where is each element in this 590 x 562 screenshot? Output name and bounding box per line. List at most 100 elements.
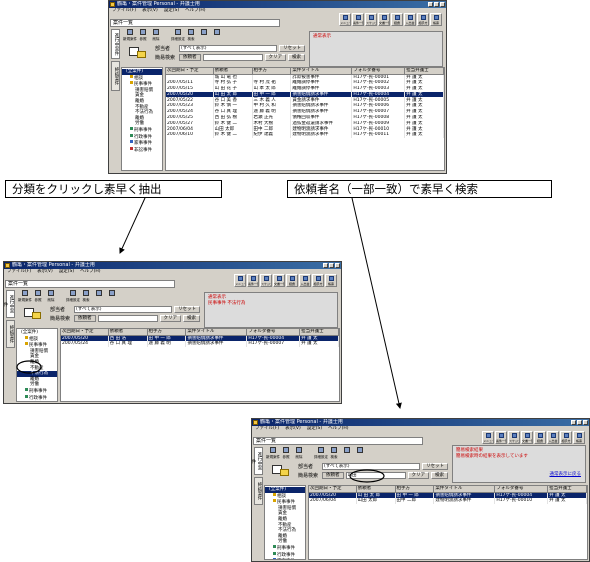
quick-search-button[interactable]: 検索 (288, 54, 305, 61)
minimize-button[interactable] (428, 2, 433, 7)
client-name-input[interactable] (97, 315, 158, 322)
search-button[interactable]: 検索 (329, 447, 339, 459)
delete-case-button[interactable]: 削除 (151, 29, 161, 41)
toolbar-expenses-button[interactable]: 経費 (391, 13, 403, 26)
toolbar-parties-button[interactable]: 相手方 (417, 13, 429, 26)
toolbar-case-list-button[interactable]: 案件一覧 (352, 13, 364, 26)
toolbar-documents-button[interactable]: 文書一覧 (273, 274, 285, 287)
settings-button[interactable] (212, 29, 222, 41)
tab-active-cases[interactable]: 進行中案件 (252, 447, 263, 475)
toolbar-schedule-button[interactable]: スケジュール (365, 13, 377, 26)
quick-search-button[interactable]: 検索 (183, 315, 200, 322)
reset-button[interactable]: リセット (174, 306, 200, 313)
maximize-button[interactable] (434, 2, 439, 7)
table-row[interactable]: 2007/06/10 鈴 木 健 二紀伊 達義 建物明渡請求事件 H17ケ-民-000… (166, 132, 444, 139)
close-button[interactable] (335, 263, 340, 268)
tree-node[interactable]: 家事事件 (17, 401, 57, 402)
toolbar-menu-button[interactable]: メニュー (234, 274, 246, 287)
close-button[interactable] (583, 420, 588, 425)
settings-button[interactable] (355, 447, 365, 459)
tab-closed-cases[interactable]: 終結案件 (254, 477, 263, 505)
tree-node[interactable]: 刑事事件 (265, 544, 305, 552)
settings-button[interactable] (107, 290, 117, 302)
table-row[interactable]: 2007/05/24 谷 口 真 理遠 藤 義 明損害賠償請求事件 H17ケ-民-0… (61, 341, 339, 347)
toolbar-schedule-button[interactable]: スケジュール (508, 431, 520, 444)
tree-node[interactable]: 民事事件 (265, 499, 305, 506)
tab-closed-cases[interactable]: 終結案件 (111, 61, 120, 91)
menu-settings[interactable]: 設定(S) (164, 8, 179, 14)
toolbar-documents-button[interactable]: 文書一覧 (521, 431, 533, 444)
menu-view[interactable]: 表示(V) (142, 8, 158, 14)
tab-closed-cases[interactable]: 終結案件 (6, 320, 15, 348)
close-button[interactable] (440, 2, 445, 7)
minimize-button[interactable] (323, 263, 328, 268)
tree-node[interactable]: 刑事事件 (122, 126, 162, 134)
client-name-input[interactable] (202, 54, 263, 61)
menu-view[interactable]: 表示(V) (285, 426, 301, 432)
toolbar-payments-button[interactable]: 入出金 (547, 431, 559, 444)
toolbar-menu-button[interactable]: メニュー (482, 431, 494, 444)
toolbar-case-list-button[interactable]: 案件一覧 (247, 274, 259, 287)
tree-node[interactable]: 相談 (122, 74, 162, 82)
delete-case-button[interactable]: 削除 (46, 290, 56, 302)
tree-node[interactable]: 行政事件 (17, 394, 57, 401)
tree-node[interactable]: 相談 (265, 492, 305, 500)
reset-button[interactable]: リセット (422, 463, 448, 470)
toolbar-forms-button[interactable]: 帳票 (430, 13, 442, 26)
tree-node[interactable]: 家事事件 (122, 140, 162, 147)
case-list-tab[interactable]: 案件一覧 (110, 19, 280, 27)
print-button[interactable] (199, 29, 209, 41)
toolbar-parties-button[interactable]: 相手方 (560, 431, 572, 444)
tree-node[interactable]: 行政事件 (122, 133, 162, 141)
toolbar-forms-button[interactable]: 帳票 (573, 431, 585, 444)
toolbar-forms-button[interactable]: 帳票 (325, 274, 337, 287)
toolbar-documents-button[interactable]: 文書一覧 (378, 13, 390, 26)
tree-node[interactable]: 民事事件 (17, 342, 57, 349)
tree-node[interactable]: 民事事件 (122, 81, 162, 88)
toolbar-menu-button[interactable]: メニュー (339, 13, 351, 26)
toolbar-expenses-button[interactable]: 経費 (534, 431, 546, 444)
menu-help[interactable]: ヘルプ(H) (185, 8, 205, 14)
bunrui-field[interactable]: (すべて表示) (179, 45, 277, 52)
print-button[interactable] (342, 447, 352, 459)
toolbar-case-list-button[interactable]: 案件一覧 (495, 431, 507, 444)
menu-file[interactable]: ファイル(F) (7, 269, 31, 275)
case-list-tab[interactable]: 案件一覧 (5, 280, 175, 288)
maximize-button[interactable] (577, 420, 582, 425)
reset-button[interactable]: リセット (279, 45, 305, 52)
tree-node[interactable]: 行政事件 (265, 551, 305, 559)
menu-settings[interactable]: 設定(S) (59, 269, 74, 275)
toolbar-parties-button[interactable]: 相手方 (312, 274, 324, 287)
case-list-tab[interactable]: 案件一覧 (253, 437, 423, 445)
quick-search-button[interactable]: 検索 (431, 472, 448, 479)
tree-node[interactable]: 相談 (17, 335, 57, 343)
table-row[interactable]: 2007/06/04 山田 太郎 田中 二郎 建物明渡請求事件 H17ケ-民-00010… (309, 498, 587, 504)
return-to-normal-link[interactable]: 通常表示に戻る (550, 472, 582, 478)
bunrui-field[interactable]: (すべて表示) (74, 306, 172, 313)
tree-node[interactable]: 刑事事件 (17, 387, 57, 395)
clear-button[interactable]: クリア (159, 315, 181, 322)
toolbar-expenses-button[interactable]: 経費 (286, 274, 298, 287)
app-icon (5, 263, 10, 268)
search-button[interactable]: 検索 (81, 290, 91, 302)
toolbar-schedule-button[interactable]: スケジュール (260, 274, 272, 287)
print-button[interactable] (94, 290, 104, 302)
menu-help[interactable]: ヘルプ(H) (328, 426, 348, 432)
menu-view[interactable]: 表示(V) (37, 269, 53, 275)
menu-file[interactable]: ファイル(F) (255, 426, 279, 432)
maximize-button[interactable] (329, 263, 334, 268)
search-button[interactable]: 検索 (186, 29, 196, 41)
clear-button[interactable]: クリア (407, 472, 429, 479)
toolbar-payments-button[interactable]: 入出金 (404, 13, 416, 26)
tree-node[interactable]: 家事事件 (265, 558, 305, 559)
tree-node[interactable]: 非訟事件 (122, 146, 162, 154)
minimize-button[interactable] (571, 420, 576, 425)
menu-settings[interactable]: 設定(S) (307, 426, 322, 432)
menu-help[interactable]: ヘルプ(H) (80, 269, 100, 275)
tab-active-cases[interactable]: 進行中案件 (4, 290, 15, 318)
menu-file[interactable]: ファイル(F) (112, 8, 136, 14)
clear-button[interactable]: クリア (264, 54, 286, 61)
toolbar-payments-button[interactable]: 入出金 (299, 274, 311, 287)
tab-active-cases[interactable]: 進行中案件 (111, 29, 120, 59)
delete-case-button[interactable]: 削除 (294, 447, 304, 459)
